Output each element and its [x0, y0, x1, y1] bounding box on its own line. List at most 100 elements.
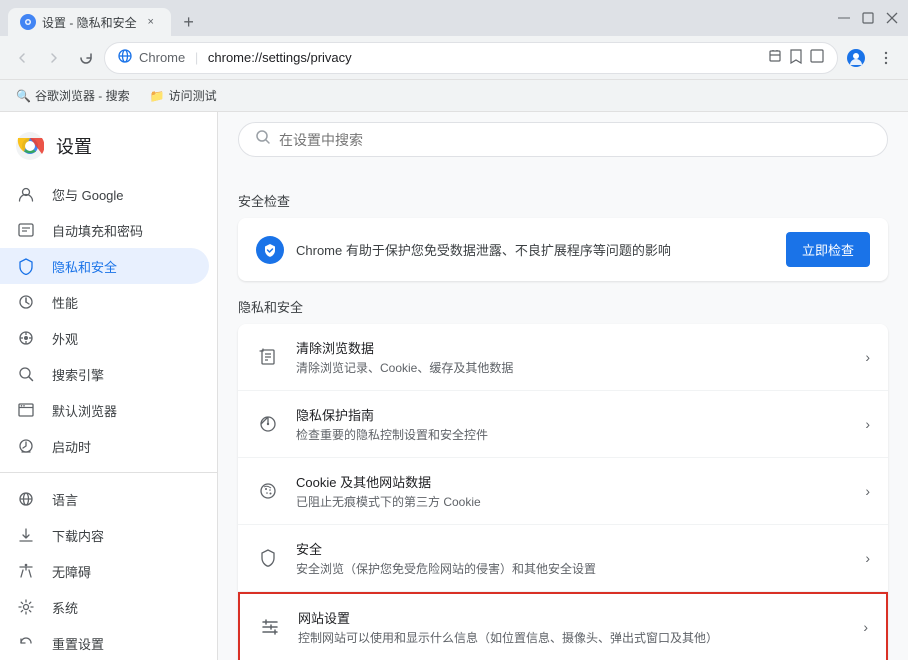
performance-icon: [16, 292, 36, 312]
security-icon: [256, 546, 280, 570]
sidebar-item-search[interactable]: 搜索引擎: [0, 356, 209, 392]
security-title: 安全: [296, 539, 849, 558]
security-arrow: ›: [865, 550, 870, 566]
security-check-label: 安全检查: [238, 191, 888, 210]
bookmark-icon[interactable]: [789, 48, 803, 67]
sidebar-item-privacy[interactable]: 隐私和安全: [0, 248, 209, 284]
sidebar-group-1: 您与 Google 自动填充和密码 隐私和安全 性能: [0, 176, 217, 464]
site-settings-subtitle: 控制网站可以使用和显示什么信息（如位置信息、摄像头、弹出式窗口及其他）: [298, 629, 847, 646]
clear-browsing-text: 清除浏览数据 清除浏览记录、Cookie、缓存及其他数据: [296, 338, 849, 376]
tab-close-button[interactable]: ×: [143, 14, 159, 30]
bookmark-visit[interactable]: 📁 访问测试: [142, 83, 225, 108]
search-input-wrap[interactable]: [238, 122, 888, 157]
site-settings-arrow: ›: [863, 619, 868, 635]
sidebar-item-system[interactable]: 系统: [0, 589, 209, 625]
privacy-guide-title: 隐私保护指南: [296, 405, 849, 424]
site-settings-icon: [258, 615, 282, 639]
window-switch-icon[interactable]: [809, 48, 825, 67]
search-icon: 🔍: [16, 89, 31, 103]
refresh-button[interactable]: [72, 44, 100, 72]
sidebar-item-accessibility[interactable]: 无障碍: [0, 553, 209, 589]
sidebar-item-appearance-label: 外观: [52, 329, 78, 348]
settings-row-clear-browsing[interactable]: 清除浏览数据 清除浏览记录、Cookie、缓存及其他数据 ›: [238, 324, 888, 391]
address-bar[interactable]: Chrome | chrome://settings/privacy: [104, 42, 838, 74]
language-icon: [16, 489, 36, 509]
privacy-guide-text: 隐私保护指南 检查重要的隐私控制设置和安全控件: [296, 405, 849, 443]
sidebar-item-startup-label: 启动时: [52, 437, 91, 456]
settings-row-security[interactable]: 安全 安全浏览（保护您免受危险网站的侵害）和其他安全设置 ›: [238, 525, 888, 592]
sidebar-item-accessibility-label: 无障碍: [52, 562, 91, 581]
clear-browsing-subtitle: 清除浏览记录、Cookie、缓存及其他数据: [296, 359, 849, 376]
check-now-button[interactable]: 立即检查: [786, 232, 870, 267]
settings-list: 清除浏览数据 清除浏览记录、Cookie、缓存及其他数据 › 隐私保护指南 检查…: [238, 324, 888, 660]
maximize-button[interactable]: [860, 10, 876, 26]
sidebar-item-privacy-label: 隐私和安全: [52, 257, 117, 276]
privacy-section-label: 隐私和安全: [238, 297, 888, 316]
toolbar-actions: [842, 44, 900, 72]
active-tab[interactable]: 设置 - 隐私和安全 ×: [8, 8, 171, 36]
sidebar-item-default-browser[interactable]: 默认浏览器: [0, 392, 209, 428]
sidebar-item-downloads[interactable]: 下载内容: [0, 517, 209, 553]
sidebar-item-downloads-label: 下载内容: [52, 526, 104, 545]
settings-row-privacy-guide[interactable]: 隐私保护指南 检查重要的隐私控制设置和安全控件 ›: [238, 391, 888, 458]
settings-row-site-settings[interactable]: 网站设置 控制网站可以使用和显示什么信息（如位置信息、摄像头、弹出式窗口及其他）…: [238, 592, 888, 660]
clear-browsing-icon: [256, 345, 280, 369]
settings-row-cookies[interactable]: Cookie 及其他网站数据 已阻止无痕模式下的第三方 Cookie ›: [238, 458, 888, 525]
autofill-icon: [16, 220, 36, 240]
minimize-button[interactable]: [836, 10, 852, 26]
close-button[interactable]: [884, 10, 900, 26]
content-area: 安全检查 Chrome 有助于保护您免受数据泄露、不良扩展程序等问题的影响 立即…: [218, 112, 908, 660]
reset-icon: [16, 633, 36, 653]
chrome-logo-icon: [16, 132, 44, 160]
sidebar-item-profile[interactable]: 您与 Google: [0, 176, 209, 212]
sidebar-item-system-label: 系统: [52, 598, 78, 617]
system-icon: [16, 597, 36, 617]
sidebar-item-reset[interactable]: 重置设置: [0, 625, 209, 660]
cookies-text: Cookie 及其他网站数据 已阻止无痕模式下的第三方 Cookie: [296, 472, 849, 510]
sidebar-item-performance-label: 性能: [52, 293, 78, 312]
back-button[interactable]: [8, 44, 36, 72]
profile-icon: [16, 184, 36, 204]
bookmark-search[interactable]: 🔍 谷歌浏览器 - 搜索: [8, 83, 138, 108]
clear-browsing-arrow: ›: [865, 349, 870, 365]
default-browser-icon: [16, 400, 36, 420]
url-path: chrome://settings/privacy: [208, 50, 352, 65]
new-tab-button[interactable]: +: [175, 8, 203, 36]
sidebar-item-reset-label: 重置设置: [52, 634, 104, 653]
sidebar-item-language-label: 语言: [52, 490, 78, 509]
share-icon[interactable]: [767, 48, 783, 67]
bookmarks-bar: 🔍 谷歌浏览器 - 搜索 📁 访问测试: [0, 80, 908, 112]
privacy-guide-arrow: ›: [865, 416, 870, 432]
settings-page-title: 设置: [56, 133, 92, 159]
menu-button[interactable]: [872, 44, 900, 72]
search-input[interactable]: [279, 132, 871, 148]
folder-icon: 📁: [150, 89, 165, 103]
security-check-text: Chrome 有助于保护您免受数据泄露、不良扩展程序等问题的影响: [296, 240, 774, 259]
privacy-guide-icon: [256, 412, 280, 436]
settings-search-bar: [218, 112, 908, 167]
window-controls: [836, 10, 900, 26]
security-check-icon: [256, 236, 284, 264]
profile-button[interactable]: [842, 44, 870, 72]
security-text: 安全 安全浏览（保护您免受危险网站的侵害）和其他安全设置: [296, 539, 849, 577]
sidebar-item-appearance[interactable]: 外观: [0, 320, 209, 356]
security-subtitle: 安全浏览（保护您免受危险网站的侵害）和其他安全设置: [296, 560, 849, 577]
content-inner: 安全检查 Chrome 有助于保护您免受数据泄露、不良扩展程序等问题的影响 立即…: [218, 167, 908, 660]
site-icon: [117, 48, 133, 67]
bookmark-search-label: 谷歌浏览器 - 搜索: [35, 87, 130, 104]
cookies-icon: [256, 479, 280, 503]
sidebar-item-autofill[interactable]: 自动填充和密码: [0, 212, 209, 248]
forward-button[interactable]: [40, 44, 68, 72]
clear-browsing-title: 清除浏览数据: [296, 338, 849, 357]
privacy-icon: [16, 256, 36, 276]
site-settings-text: 网站设置 控制网站可以使用和显示什么信息（如位置信息、摄像头、弹出式窗口及其他）: [298, 608, 847, 646]
startup-icon: [16, 436, 36, 456]
accessibility-icon: [16, 561, 36, 581]
cookies-subtitle: 已阻止无痕模式下的第三方 Cookie: [296, 493, 849, 510]
sidebar-item-language[interactable]: 语言: [0, 481, 209, 517]
sidebar-item-profile-label: 您与 Google: [52, 185, 124, 204]
sidebar-item-default-browser-label: 默认浏览器: [52, 401, 117, 420]
tab-title: 设置 - 隐私和安全: [42, 14, 137, 31]
sidebar-item-performance[interactable]: 性能: [0, 284, 209, 320]
sidebar-item-startup[interactable]: 启动时: [0, 428, 209, 464]
